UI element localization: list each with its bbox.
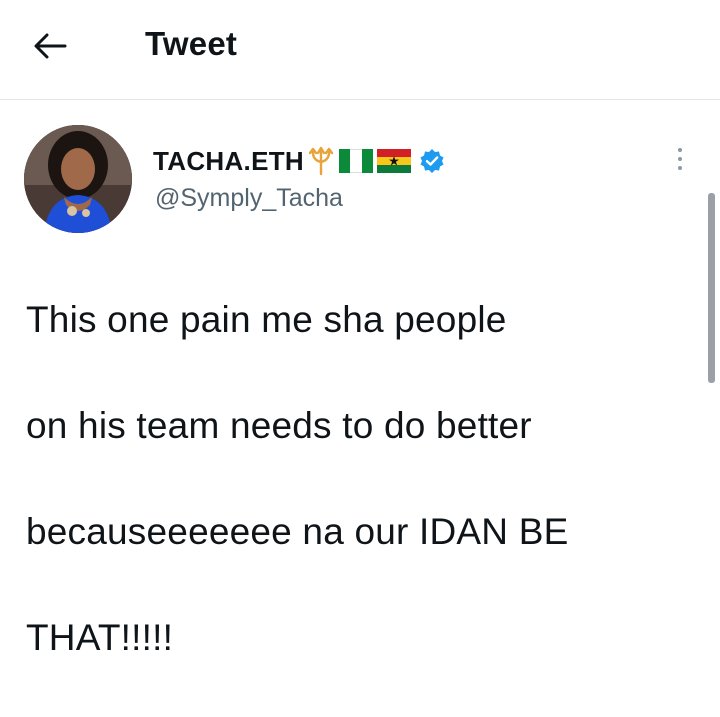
profile-photo — [24, 125, 132, 233]
nigeria-flag-icon — [338, 149, 373, 173]
back-button[interactable] — [28, 26, 72, 66]
scrollbar[interactable] — [708, 193, 715, 383]
page-title: Tweet — [145, 25, 238, 62]
more-dots-icon — [678, 148, 682, 152]
display-name[interactable]: TACHA.ETH — [153, 146, 304, 177]
top-bar: Tweet — [0, 0, 720, 100]
author-name-row: TACHA.ETH — [153, 143, 445, 179]
arrow-left-icon — [34, 33, 67, 59]
username-handle[interactable]: @Symply_Tacha — [155, 184, 343, 213]
tweet-text-line: on his team needs to do better — [26, 405, 532, 446]
verified-badge-icon — [420, 149, 444, 173]
more-options-button[interactable] — [668, 142, 692, 176]
ghana-flag-icon — [376, 149, 411, 173]
tweet-text-line: becauseeeeeee na our IDAN BE — [26, 511, 569, 552]
tweet-text: This one pain me sha people on his team … — [26, 240, 686, 717]
tweet-text-line: This one pain me sha people — [26, 299, 507, 340]
avatar[interactable] — [24, 125, 132, 233]
trident-icon — [308, 146, 334, 176]
tweet-text-line: THAT!!!!! — [26, 617, 174, 658]
